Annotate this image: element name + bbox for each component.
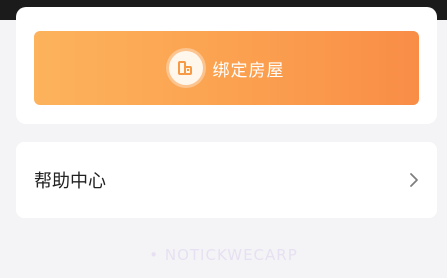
bind-house-button[interactable]: 绑定房屋 [34, 31, 419, 105]
chevron-right-icon [409, 172, 419, 188]
help-center-row[interactable]: 帮助中心 [16, 142, 437, 218]
house-icon [168, 51, 203, 85]
bind-house-label: 绑定房屋 [212, 60, 285, 81]
help-center-label: 帮助中心 [34, 171, 106, 192]
footer-watermark: • NOTICKWECARP [149, 246, 298, 264]
bind-house-card: 绑定房屋 [16, 7, 437, 124]
